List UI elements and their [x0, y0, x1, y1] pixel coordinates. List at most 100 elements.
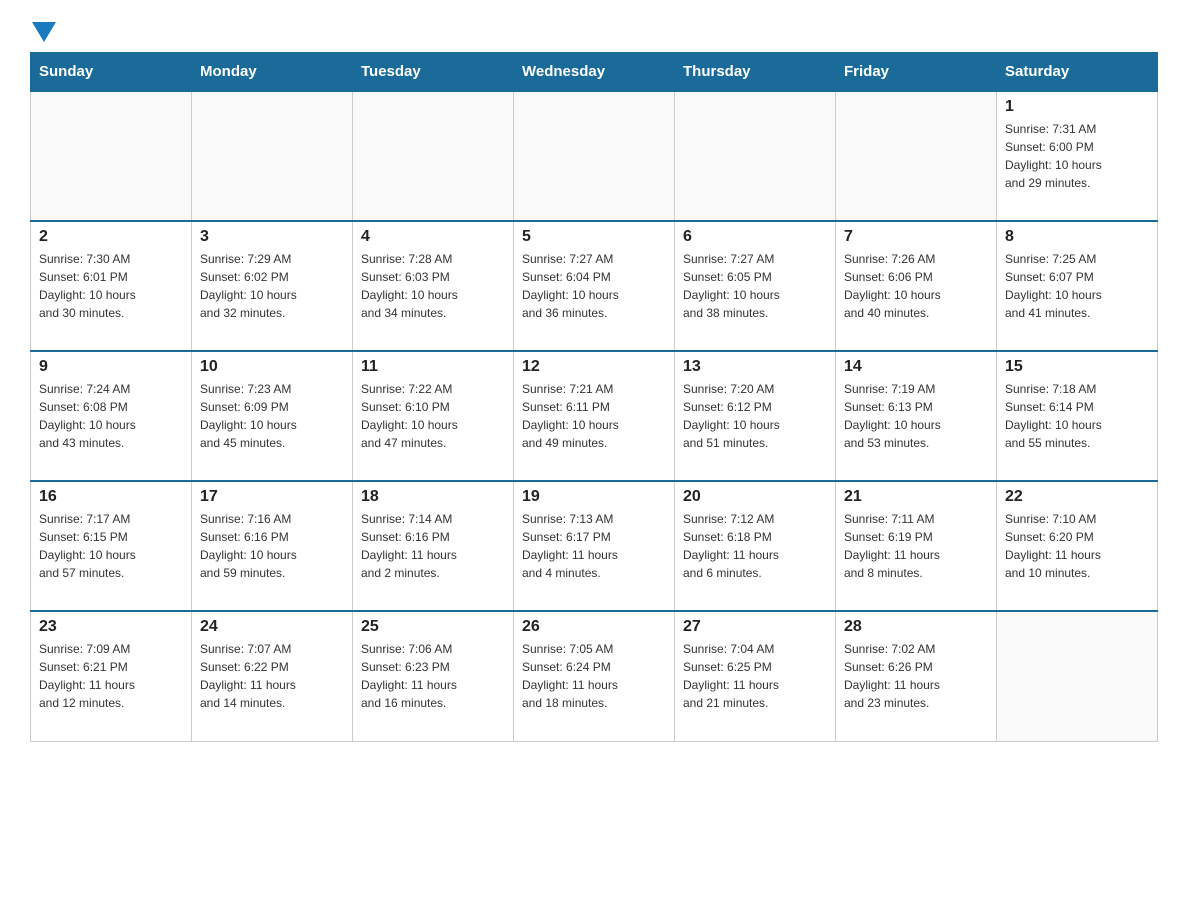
calendar-week-row: 2 Sunrise: 7:30 AM Sunset: 6:01 PM Daylig…: [31, 221, 1158, 351]
column-header-friday: Friday: [836, 53, 997, 92]
day-info: Sunrise: 7:16 AM Sunset: 6:16 PM Dayligh…: [200, 510, 344, 582]
day-number: 20: [683, 488, 827, 506]
day-info: Sunrise: 7:22 AM Sunset: 6:10 PM Dayligh…: [361, 380, 505, 452]
day-info: Sunrise: 7:02 AM Sunset: 6:26 PM Dayligh…: [844, 640, 988, 712]
day-number: 28: [844, 618, 988, 636]
calendar-cell: 9 Sunrise: 7:24 AM Sunset: 6:08 PM Daylig…: [31, 351, 192, 481]
day-info: Sunrise: 7:17 AM Sunset: 6:15 PM Dayligh…: [39, 510, 183, 582]
calendar-cell: [192, 91, 353, 221]
calendar-cell: [997, 611, 1158, 741]
day-info: Sunrise: 7:14 AM Sunset: 6:16 PM Dayligh…: [361, 510, 505, 582]
day-info: Sunrise: 7:13 AM Sunset: 6:17 PM Dayligh…: [522, 510, 666, 582]
day-info: Sunrise: 7:28 AM Sunset: 6:03 PM Dayligh…: [361, 250, 505, 322]
calendar-cell: 24 Sunrise: 7:07 AM Sunset: 6:22 PM Dayli…: [192, 611, 353, 741]
day-info: Sunrise: 7:05 AM Sunset: 6:24 PM Dayligh…: [522, 640, 666, 712]
day-number: 6: [683, 228, 827, 246]
day-number: 17: [200, 488, 344, 506]
day-number: 4: [361, 228, 505, 246]
day-number: 13: [683, 358, 827, 376]
day-info: Sunrise: 7:24 AM Sunset: 6:08 PM Dayligh…: [39, 380, 183, 452]
calendar-cell: 22 Sunrise: 7:10 AM Sunset: 6:20 PM Dayli…: [997, 481, 1158, 611]
day-info: Sunrise: 7:10 AM Sunset: 6:20 PM Dayligh…: [1005, 510, 1149, 582]
day-number: 26: [522, 618, 666, 636]
calendar-cell: [31, 91, 192, 221]
column-header-saturday: Saturday: [997, 53, 1158, 92]
calendar-cell: 16 Sunrise: 7:17 AM Sunset: 6:15 PM Dayli…: [31, 481, 192, 611]
day-number: 16: [39, 488, 183, 506]
calendar-week-row: 16 Sunrise: 7:17 AM Sunset: 6:15 PM Dayli…: [31, 481, 1158, 611]
calendar-cell: 25 Sunrise: 7:06 AM Sunset: 6:23 PM Dayli…: [353, 611, 514, 741]
calendar-cell: 8 Sunrise: 7:25 AM Sunset: 6:07 PM Daylig…: [997, 221, 1158, 351]
calendar-week-row: 9 Sunrise: 7:24 AM Sunset: 6:08 PM Daylig…: [31, 351, 1158, 481]
day-number: 7: [844, 228, 988, 246]
day-number: 27: [683, 618, 827, 636]
calendar-cell: [675, 91, 836, 221]
day-info: Sunrise: 7:23 AM Sunset: 6:09 PM Dayligh…: [200, 380, 344, 452]
calendar-cell: 27 Sunrise: 7:04 AM Sunset: 6:25 PM Dayli…: [675, 611, 836, 741]
calendar-cell: 6 Sunrise: 7:27 AM Sunset: 6:05 PM Daylig…: [675, 221, 836, 351]
calendar-cell: 4 Sunrise: 7:28 AM Sunset: 6:03 PM Daylig…: [353, 221, 514, 351]
calendar-cell: 17 Sunrise: 7:16 AM Sunset: 6:16 PM Dayli…: [192, 481, 353, 611]
calendar-cell: 15 Sunrise: 7:18 AM Sunset: 6:14 PM Dayli…: [997, 351, 1158, 481]
page-header: [30, 20, 1158, 42]
day-number: 12: [522, 358, 666, 376]
calendar-cell: 5 Sunrise: 7:27 AM Sunset: 6:04 PM Daylig…: [514, 221, 675, 351]
day-info: Sunrise: 7:04 AM Sunset: 6:25 PM Dayligh…: [683, 640, 827, 712]
day-info: Sunrise: 7:26 AM Sunset: 6:06 PM Dayligh…: [844, 250, 988, 322]
day-info: Sunrise: 7:31 AM Sunset: 6:00 PM Dayligh…: [1005, 120, 1149, 192]
day-info: Sunrise: 7:27 AM Sunset: 6:04 PM Dayligh…: [522, 250, 666, 322]
column-header-thursday: Thursday: [675, 53, 836, 92]
day-number: 25: [361, 618, 505, 636]
day-number: 1: [1005, 98, 1149, 116]
day-info: Sunrise: 7:27 AM Sunset: 6:05 PM Dayligh…: [683, 250, 827, 322]
day-info: Sunrise: 7:07 AM Sunset: 6:22 PM Dayligh…: [200, 640, 344, 712]
day-info: Sunrise: 7:21 AM Sunset: 6:11 PM Dayligh…: [522, 380, 666, 452]
calendar-week-row: 23Sunrise: 7:09 AM Sunset: 6:21 PM Dayli…: [31, 611, 1158, 741]
day-number: 22: [1005, 488, 1149, 506]
day-info: Sunrise: 7:30 AM Sunset: 6:01 PM Dayligh…: [39, 250, 183, 322]
column-header-tuesday: Tuesday: [353, 53, 514, 92]
day-number: 21: [844, 488, 988, 506]
calendar-cell: [514, 91, 675, 221]
day-number: 19: [522, 488, 666, 506]
calendar-cell: 3Sunrise: 7:29 AM Sunset: 6:02 PM Daylig…: [192, 221, 353, 351]
day-number: 2: [39, 228, 183, 246]
day-info: Sunrise: 7:12 AM Sunset: 6:18 PM Dayligh…: [683, 510, 827, 582]
logo-triangle-icon: [32, 22, 56, 42]
calendar-cell: 10 Sunrise: 7:23 AM Sunset: 6:09 PM Dayli…: [192, 351, 353, 481]
day-number: 24: [200, 618, 344, 636]
calendar-cell: 20 Sunrise: 7:12 AM Sunset: 6:18 PM Dayli…: [675, 481, 836, 611]
day-number: 18: [361, 488, 505, 506]
calendar-week-row: 1 Sunrise: 7:31 AM Sunset: 6:00 PM Daylig…: [31, 91, 1158, 221]
calendar-cell: 23Sunrise: 7:09 AM Sunset: 6:21 PM Dayli…: [31, 611, 192, 741]
day-number: 5: [522, 228, 666, 246]
calendar-cell: 2 Sunrise: 7:30 AM Sunset: 6:01 PM Daylig…: [31, 221, 192, 351]
day-info: Sunrise: 7:06 AM Sunset: 6:23 PM Dayligh…: [361, 640, 505, 712]
day-info: Sunrise: 7:25 AM Sunset: 6:07 PM Dayligh…: [1005, 250, 1149, 322]
calendar-cell: 26 Sunrise: 7:05 AM Sunset: 6:24 PM Dayli…: [514, 611, 675, 741]
calendar-cell: 18 Sunrise: 7:14 AM Sunset: 6:16 PM Dayli…: [353, 481, 514, 611]
day-number: 8: [1005, 228, 1149, 246]
calendar-header-row: SundayMondayTuesdayWednesdayThursdayFrid…: [31, 53, 1158, 92]
day-number: 9: [39, 358, 183, 376]
day-number: 14: [844, 358, 988, 376]
calendar-cell: 28 Sunrise: 7:02 AM Sunset: 6:26 PM Dayli…: [836, 611, 997, 741]
day-number: 23: [39, 618, 183, 636]
calendar-cell: [836, 91, 997, 221]
day-number: 10: [200, 358, 344, 376]
day-number: 15: [1005, 358, 1149, 376]
day-number: 11: [361, 358, 505, 376]
calendar-cell: 1 Sunrise: 7:31 AM Sunset: 6:00 PM Daylig…: [997, 91, 1158, 221]
calendar-cell: 12 Sunrise: 7:21 AM Sunset: 6:11 PM Dayli…: [514, 351, 675, 481]
day-info: Sunrise: 7:18 AM Sunset: 6:14 PM Dayligh…: [1005, 380, 1149, 452]
calendar-cell: 21Sunrise: 7:11 AM Sunset: 6:19 PM Dayli…: [836, 481, 997, 611]
calendar-cell: [353, 91, 514, 221]
column-header-monday: Monday: [192, 53, 353, 92]
day-info: Sunrise: 7:29 AM Sunset: 6:02 PM Dayligh…: [200, 250, 344, 322]
day-info: Sunrise: 7:20 AM Sunset: 6:12 PM Dayligh…: [683, 380, 827, 452]
calendar-cell: 13 Sunrise: 7:20 AM Sunset: 6:12 PM Dayli…: [675, 351, 836, 481]
column-header-wednesday: Wednesday: [514, 53, 675, 92]
calendar-cell: 14Sunrise: 7:19 AM Sunset: 6:13 PM Dayli…: [836, 351, 997, 481]
calendar-cell: 7 Sunrise: 7:26 AM Sunset: 6:06 PM Daylig…: [836, 221, 997, 351]
column-header-sunday: Sunday: [31, 53, 192, 92]
